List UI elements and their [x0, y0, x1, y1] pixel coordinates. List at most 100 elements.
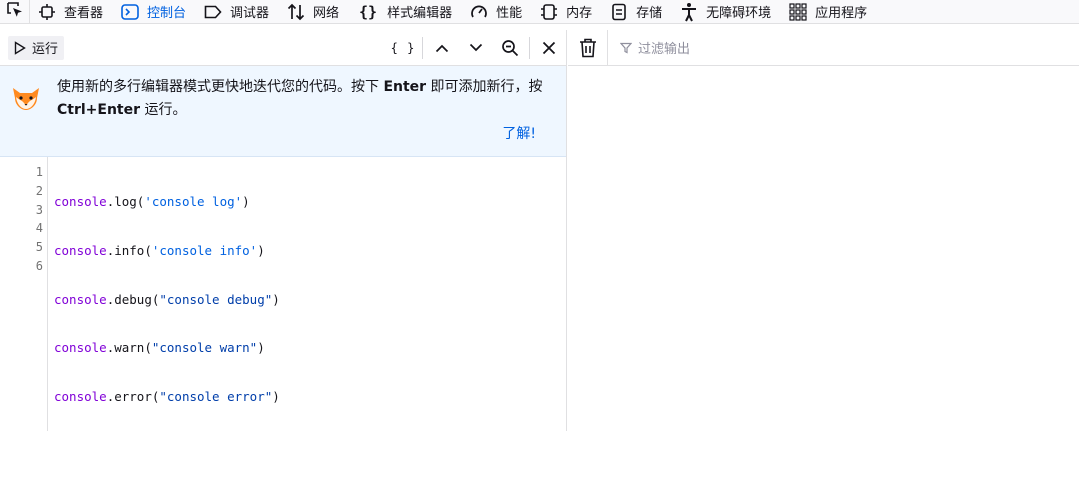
line-number-gutter: 1 2 3 4 5 6 — [0, 157, 48, 431]
toolbar-divider — [529, 37, 530, 59]
code-method: .error( — [106, 389, 160, 405]
line-number: 6 — [35, 258, 43, 273]
code-method: .warn( — [106, 340, 152, 356]
tab-application[interactable]: 应用程序 — [781, 0, 877, 24]
code-line: console.log('console log') — [54, 193, 280, 212]
inspector-icon — [38, 3, 56, 21]
run-button[interactable]: 运行 — [8, 35, 65, 60]
toolbar-divider — [422, 37, 423, 59]
code-editor[interactable]: 1 2 3 4 5 6 console.log('console log') c… — [0, 157, 566, 431]
tab-memory-label: 内存 — [566, 6, 593, 21]
tab-storage-label: 存储 — [636, 6, 663, 21]
storage-icon — [610, 3, 628, 21]
code-string: "console error" — [159, 389, 273, 405]
network-icon — [287, 3, 305, 21]
accessibility-icon — [680, 2, 698, 21]
code-string: "console debug" — [159, 291, 273, 307]
code-object: console — [54, 242, 107, 258]
debugger-icon — [204, 3, 222, 21]
line-number: 2 — [35, 183, 43, 198]
tab-network-label: 网络 — [313, 6, 340, 21]
tab-storage[interactable]: 存储 — [602, 0, 672, 24]
line-number: 4 — [35, 221, 43, 236]
code-line: console.error("console error") — [54, 388, 280, 407]
run-button-label: 运行 — [32, 42, 59, 57]
pretty-print-button[interactable]: { } — [386, 30, 420, 66]
history-previous-button[interactable] — [425, 30, 459, 66]
tab-performance-label: 性能 — [496, 6, 523, 21]
notice-got-it-link[interactable]: 了解! — [502, 123, 536, 143]
reverse-search-button[interactable] — [493, 30, 527, 66]
notice-key-enter: Enter — [383, 79, 427, 95]
code-line: console.info('console info') — [54, 242, 280, 261]
filter-icon — [620, 42, 632, 53]
pretty-print-label: { } — [390, 41, 416, 55]
notice-text-2: 即可添加新行，按 — [426, 79, 543, 95]
performance-icon — [470, 3, 488, 21]
close-editor-button[interactable] — [532, 30, 566, 66]
fox-mascot-icon — [11, 85, 41, 113]
code-method: .info( — [106, 242, 152, 258]
console-icon — [121, 3, 139, 21]
tab-inspector[interactable]: 查看器 — [30, 0, 113, 24]
tab-console-label: 控制台 — [147, 6, 187, 21]
code-string: 'console info' — [151, 242, 258, 258]
notice-text-3: 运行。 — [140, 102, 187, 118]
multiline-editor-notice: 使用新的多行编辑器模式更快地迭代您的代码。按下 Enter 即可添加新行，按 C… — [0, 66, 566, 157]
tab-memory[interactable]: 内存 — [532, 0, 602, 24]
code-close: ) — [257, 242, 265, 258]
chevron-up-icon — [435, 44, 449, 53]
search-icon — [502, 40, 519, 57]
chevron-down-icon — [469, 43, 483, 52]
code-string: "console warn" — [151, 340, 258, 356]
tab-application-label: 应用程序 — [815, 6, 868, 21]
tab-accessibility-label: 无障碍环境 — [706, 6, 772, 21]
code-method: .debug( — [106, 291, 160, 307]
tab-accessibility[interactable]: 无障碍环境 — [672, 0, 781, 24]
code-object: console — [54, 389, 107, 405]
code-close: ) — [257, 340, 265, 356]
code-string: 'console log' — [144, 194, 243, 209]
code-object: console — [54, 291, 107, 307]
element-picker-button[interactable] — [0, 0, 30, 24]
clear-console-button[interactable] — [568, 29, 608, 66]
code-method: .log( — [106, 194, 145, 209]
notice-key-ctrl-enter: Ctrl+Enter — [57, 102, 141, 118]
application-icon — [789, 2, 807, 21]
console-output-pane: 过滤输出 — [568, 29, 1079, 431]
code-object: console — [54, 340, 107, 356]
input-toolbar: 运行 { } — [0, 30, 566, 66]
tab-inspector-label: 查看器 — [64, 6, 104, 21]
notice-message: 使用新的多行编辑器模式更快地迭代您的代码。按下 Enter 即可添加新行，按 C… — [57, 76, 543, 122]
tab-console[interactable]: 控制台 — [113, 0, 196, 24]
style-editor-icon: {} — [359, 2, 378, 21]
filter-output-input[interactable]: 过滤输出 — [620, 38, 690, 57]
tab-debugger-label: 调试器 — [230, 6, 270, 21]
memory-icon — [540, 3, 558, 21]
output-toolbar: 过滤输出 — [568, 29, 1079, 66]
code-object: console — [54, 194, 107, 209]
code-line: console.debug("console debug") — [54, 291, 280, 310]
devtools-tabbar: 查看器 控制台 调试器 网络 {} 样式编辑器 性能 内存 存储 无障碍环境 应… — [0, 0, 1079, 24]
code-close: ) — [272, 291, 280, 307]
tab-network[interactable]: 网络 — [279, 0, 349, 24]
code-lines[interactable]: console.log('console log') console.info(… — [48, 157, 280, 431]
filter-placeholder: 过滤输出 — [638, 42, 691, 57]
code-close: ) — [242, 194, 250, 209]
trash-icon — [579, 38, 596, 57]
line-number: 5 — [35, 240, 43, 255]
play-icon — [14, 40, 26, 55]
tab-performance[interactable]: 性能 — [462, 0, 532, 24]
tab-style-editor[interactable]: {} 样式编辑器 — [349, 0, 462, 24]
line-number: 1 — [35, 165, 43, 179]
close-icon — [542, 41, 556, 55]
line-number: 3 — [35, 202, 43, 217]
history-next-button[interactable] — [459, 30, 493, 66]
tab-debugger[interactable]: 调试器 — [196, 0, 279, 24]
tab-style-editor-label: 样式编辑器 — [387, 6, 453, 21]
notice-text-1: 使用新的多行编辑器模式更快地迭代您的代码。按下 — [57, 79, 384, 95]
element-picker-icon — [6, 1, 24, 23]
code-close: ) — [272, 389, 280, 405]
console-input-pane: 运行 { } 使用新的多行编辑器模式更快地迭代您的代码。按下 Enter 即可添… — [0, 30, 567, 431]
